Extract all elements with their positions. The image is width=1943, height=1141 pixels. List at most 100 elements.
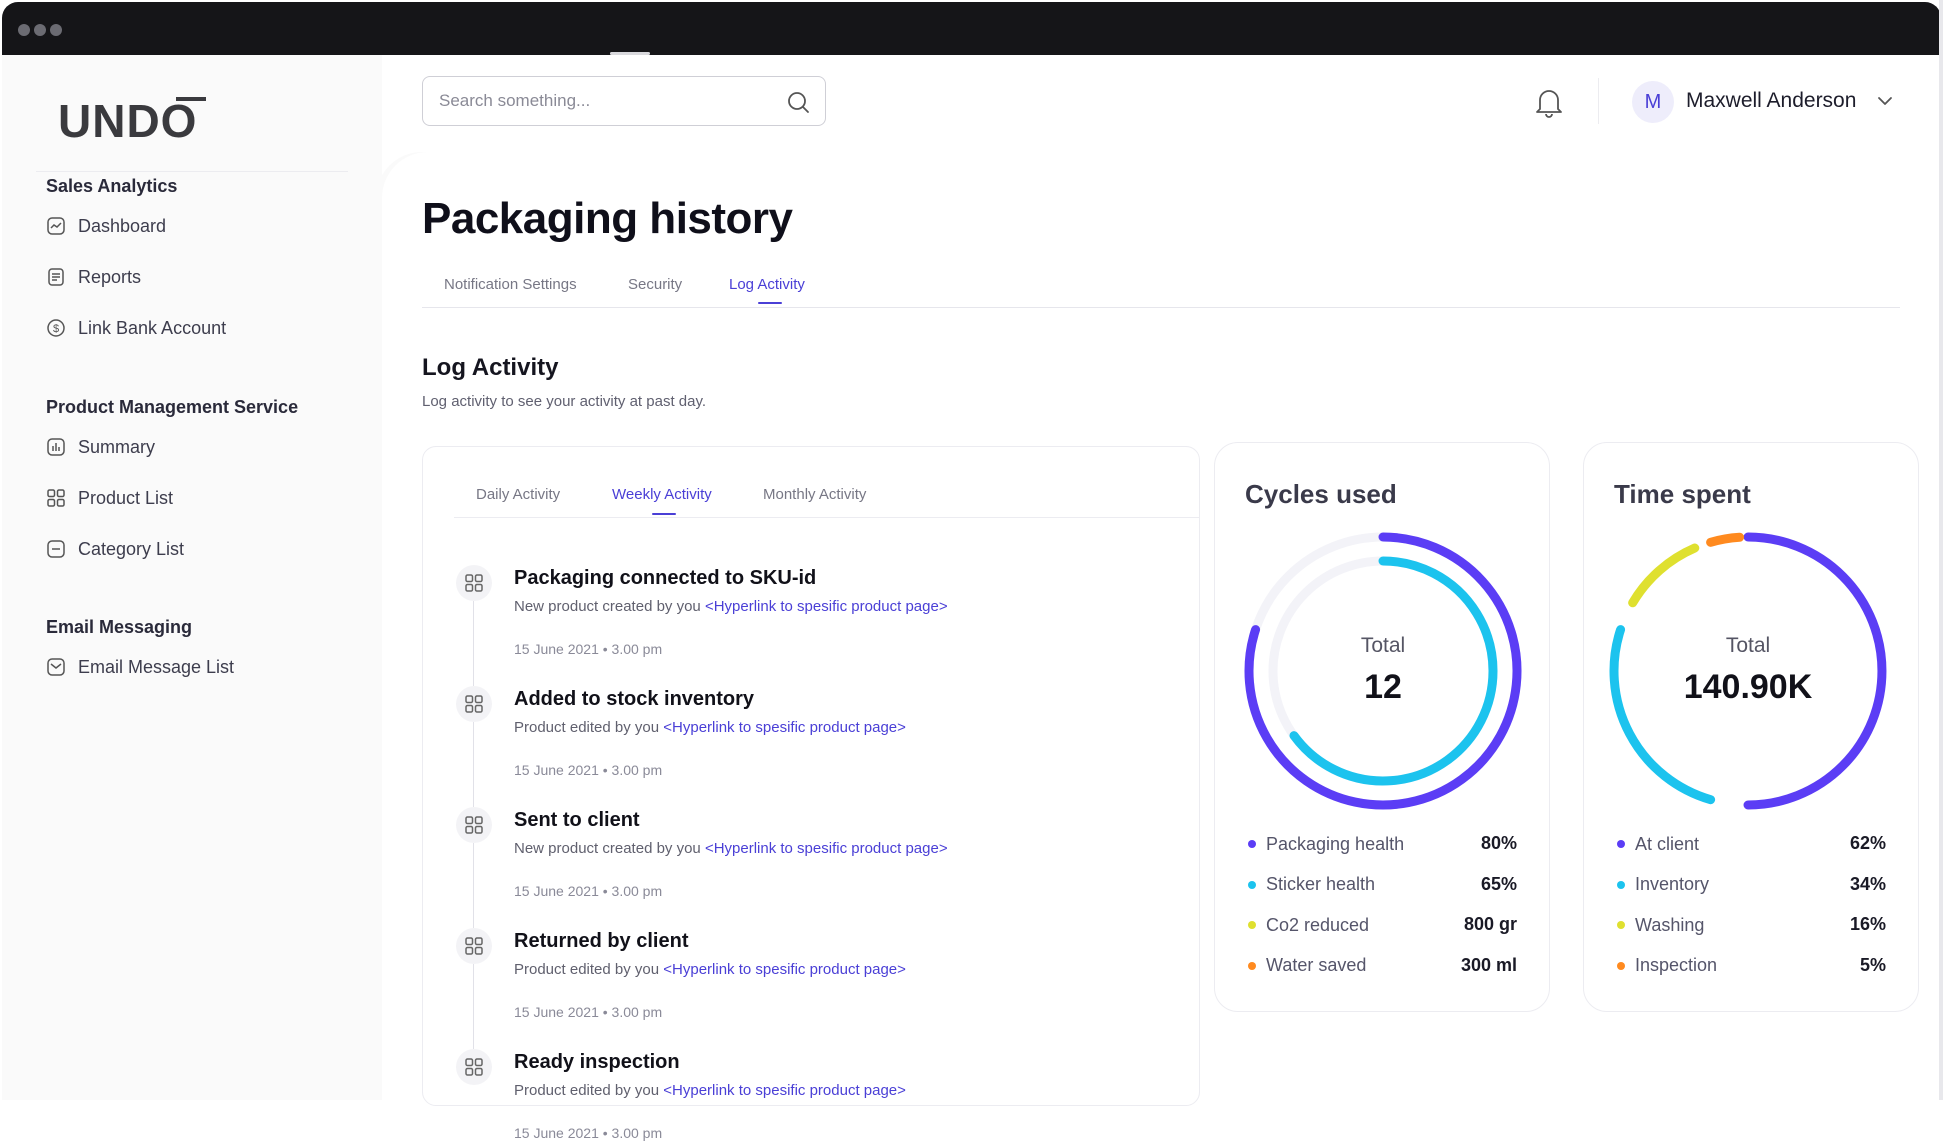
legend-dot — [1248, 921, 1256, 929]
sidebar-item-label: Reports — [78, 266, 142, 287]
legend-value: 65% — [1480, 873, 1517, 894]
segment-washing — [1628, 543, 1700, 608]
activity-title: Returned by client — [514, 930, 689, 952]
document-icon — [48, 268, 64, 286]
chart-icon — [47, 217, 65, 235]
logo-text: UNDO — [58, 95, 197, 143]
tab-active-indicator — [758, 302, 782, 304]
sidebar-item-label: Dashboard — [78, 215, 167, 236]
legend-item: At client — [1617, 832, 1699, 856]
search-box — [422, 76, 826, 126]
activity-grid-icon — [456, 1049, 492, 1085]
dollar-icon: $ — [47, 319, 65, 337]
sidebar-item-dashboard[interactable]: Dashboard — [46, 210, 166, 242]
legend-value: 5% — [1859, 954, 1886, 975]
activity-description: New product created by you <Hyperlink to… — [514, 598, 948, 615]
sidebar-section-email-messaging: Email Messaging — [46, 617, 193, 637]
legend-item: Water saved — [1248, 954, 1366, 978]
tab-notification-settings[interactable]: Notification Settings — [444, 276, 577, 293]
legend-dot — [1248, 840, 1256, 848]
segment-inspection — [1706, 532, 1745, 547]
activity-title: Sent to client — [514, 809, 640, 831]
window-dot-icon[interactable] — [18, 24, 30, 36]
legend-item: Inspection — [1617, 954, 1717, 978]
legend-label: Inspection — [1635, 955, 1718, 975]
sidebar-item-email-message-list[interactable]: Email Message List — [46, 651, 234, 683]
tab-log-activity[interactable]: Log Activity — [729, 276, 805, 293]
legend-dot — [1617, 880, 1625, 889]
legend-label: Water saved — [1266, 955, 1367, 975]
legend-dot — [1617, 961, 1625, 970]
logo-divider — [36, 171, 348, 172]
time-spent-total-value: 140.90K — [1683, 668, 1813, 706]
legend-value: 800 gr — [1463, 914, 1517, 934]
activity-grid-icon — [456, 807, 492, 843]
legend-label: Sticker health — [1266, 874, 1376, 894]
activity-title: Packaging connected to SKU-id — [514, 567, 817, 589]
product-page-link[interactable]: <Hyperlink to spesific product page> — [663, 1082, 906, 1099]
sidebar-item-summary[interactable]: Summary — [46, 431, 155, 463]
activity-title: Added to stock inventory — [514, 688, 755, 710]
sidebar-item-label: Product List — [78, 487, 174, 508]
activity-description: Product edited by you <Hyperlink to spes… — [514, 1082, 906, 1099]
legend-item: Inventory — [1617, 873, 1709, 897]
grid-icon — [47, 489, 65, 507]
timeline-connector — [473, 843, 474, 928]
activity-description: Product edited by you <Hyperlink to spes… — [514, 719, 906, 736]
section-title: Log Activity — [422, 354, 559, 381]
activity-grid-icon — [456, 686, 492, 722]
bell-icon[interactable] — [1534, 86, 1564, 118]
time-spent-title: Time spent — [1614, 479, 1751, 509]
legend-dot — [1248, 961, 1256, 970]
product-page-link[interactable]: <Hyperlink to spesific product page> — [705, 840, 948, 857]
legend-label: Packaging health — [1266, 833, 1405, 854]
sidebar-item-reports[interactable]: Reports — [46, 261, 141, 293]
activity-grid-icon — [456, 928, 492, 964]
search-input[interactable] — [439, 89, 759, 113]
tab-indicator — [610, 52, 650, 55]
timeline-connector — [473, 964, 474, 1049]
chevron-down-icon[interactable] — [1876, 92, 1894, 110]
search-icon[interactable] — [785, 89, 811, 115]
activity-grid-icon — [456, 565, 492, 601]
legend-item: Co2 reduced — [1248, 913, 1369, 937]
window-dot-icon[interactable] — [34, 24, 46, 36]
product-page-link[interactable]: <Hyperlink to spesific product page> — [705, 598, 948, 615]
product-page-link[interactable]: <Hyperlink to spesific product page> — [663, 719, 906, 736]
activity-timestamp: 15 June 2021 • 3.00 pm — [514, 762, 663, 778]
tab-security[interactable]: Security — [628, 276, 682, 293]
cycles-title: Cycles used — [1245, 479, 1397, 509]
section-subtitle: Log activity to see your activity at pas… — [422, 393, 707, 410]
legend-item: Sticker health — [1248, 873, 1375, 897]
tab-daily-activity[interactable]: Daily Activity — [476, 486, 560, 503]
cycles-total-label: Total — [1360, 634, 1406, 657]
legend-dot — [1617, 840, 1625, 848]
legend-label: Inventory — [1635, 874, 1710, 894]
product-page-link[interactable]: <Hyperlink to spesific product page> — [663, 961, 906, 978]
sidebar: UNDO Sales Analytics Dashboard Reports $… — [2, 55, 382, 1100]
avatar[interactable]: M — [1632, 81, 1674, 123]
time-spent-total-label: Total — [1725, 634, 1771, 657]
tab-monthly-activity[interactable]: Monthly Activity — [763, 486, 866, 503]
svg-text:$: $ — [53, 323, 59, 335]
sidebar-item-label: Category List — [78, 538, 185, 559]
legend-value: 300 ml — [1460, 954, 1517, 975]
cycles-total-value: 12 — [1364, 668, 1402, 706]
activity-timestamp: 15 June 2021 • 3.00 pm — [514, 883, 663, 899]
activity-description: New product created by you <Hyperlink to… — [514, 840, 948, 857]
sidebar-item-link-bank-account[interactable]: $ Link Bank Account — [46, 312, 226, 344]
tab-weekly-activity[interactable]: Weekly Activity — [612, 486, 712, 503]
sidebar-item-product-list[interactable]: Product List — [46, 482, 173, 514]
sidebar-item-category-list[interactable]: Category List — [46, 533, 184, 565]
title-bar — [2, 2, 1941, 55]
window-dot-icon[interactable] — [50, 24, 62, 36]
user-name[interactable]: Maxwell Anderson — [1686, 89, 1856, 113]
legend-value: 80% — [1480, 833, 1517, 853]
activity-subtabs: Daily Activity Weekly Activity Monthly A… — [454, 482, 1200, 518]
activity-timestamp: 15 June 2021 • 3.00 pm — [514, 641, 663, 657]
legend-item: Packaging health — [1248, 832, 1404, 856]
legend-dot — [1617, 921, 1625, 929]
sidebar-item-label: Email Message List — [78, 656, 235, 677]
mail-icon — [47, 658, 65, 676]
topbar-divider — [1598, 78, 1599, 124]
